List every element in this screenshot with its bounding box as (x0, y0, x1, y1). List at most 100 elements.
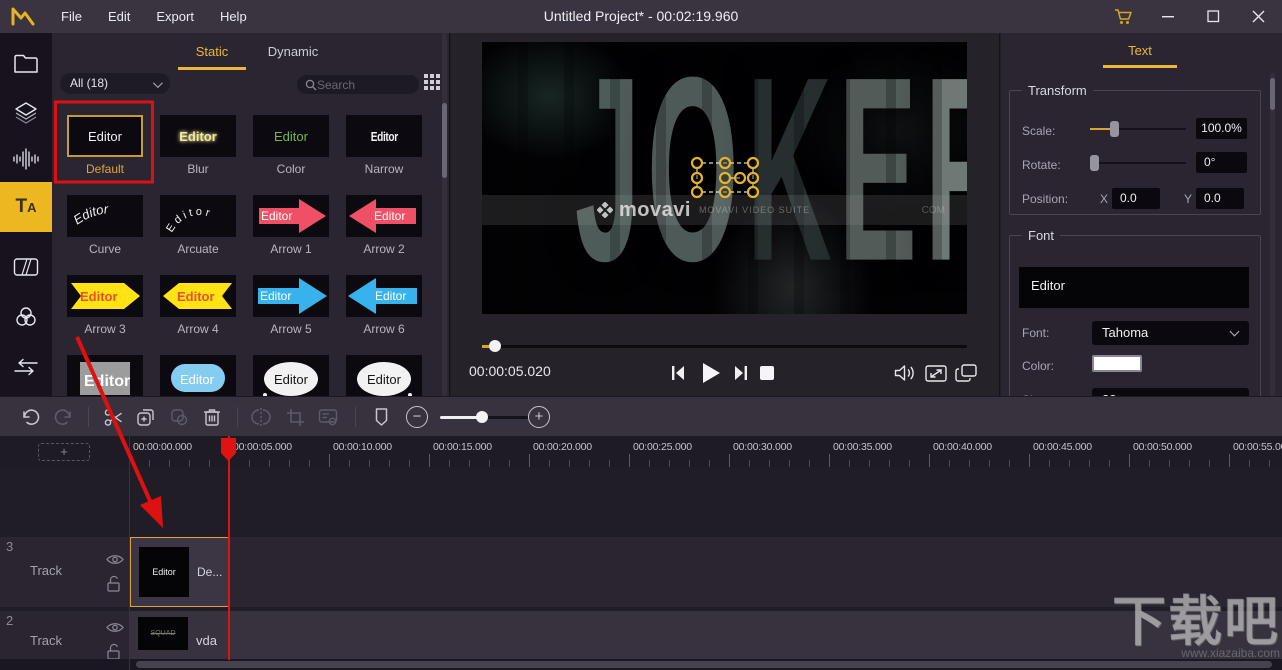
zoom-out-button[interactable]: − (402, 401, 432, 433)
track-visibility-icon[interactable] (106, 621, 124, 634)
svg-text:Editor: Editor (260, 289, 291, 303)
template-ellipse-2[interactable]: Editor (346, 355, 422, 396)
maximize-button[interactable] (1195, 0, 1231, 33)
timeline-tracks: 3 Track Editor De... 2 Track SQUAD (0, 467, 1282, 670)
position-x-label: X (1100, 192, 1108, 206)
category-dropdown[interactable]: All (18) (60, 73, 170, 94)
previous-frame-button[interactable] (666, 357, 690, 389)
cut-button[interactable] (98, 401, 128, 433)
menu-export[interactable]: Export (143, 0, 207, 33)
position-x-value[interactable]: 0.0 (1112, 188, 1160, 209)
template-arrow-5[interactable]: Editor Arrow 5 (253, 275, 329, 336)
fullscreen-icon[interactable] (922, 357, 950, 389)
media-folder-icon[interactable] (0, 41, 52, 85)
text-content-field[interactable]: Editor (1019, 267, 1249, 308)
rotate-value[interactable]: 0° (1196, 152, 1247, 173)
tab-static[interactable]: Static (178, 33, 246, 70)
timeline-horizontal-scrollbar[interactable] (0, 659, 1282, 670)
add-track-button[interactable]: + (38, 443, 90, 461)
position-y-value[interactable]: 0.0 (1196, 188, 1244, 209)
filters-icon[interactable] (0, 295, 52, 339)
track-visibility-icon[interactable] (106, 553, 124, 566)
clip-properties-button[interactable] (313, 401, 343, 433)
font-color-swatch[interactable] (1092, 355, 1142, 372)
template-box[interactable]: Editor (67, 355, 143, 396)
transport-controls (451, 357, 1000, 389)
redo-button[interactable] (48, 401, 78, 433)
timeline-zoom-slider[interactable] (440, 415, 528, 419)
template-arrow-6[interactable]: Editor Arrow 6 (346, 275, 422, 336)
template-color[interactable]: Editor Color (253, 115, 329, 176)
title-bar: File Edit Export Help Untitled Project* … (0, 0, 1282, 33)
template-arrow-3[interactable]: Editor Arrow 3 (67, 275, 143, 336)
template-arrow-4[interactable]: Editor Arrow 4 (160, 275, 236, 336)
ruler-label: 00:00:15.000 (433, 441, 492, 453)
menu-edit[interactable]: Edit (95, 0, 143, 33)
search-input[interactable] (317, 78, 407, 92)
font-section: Font Editor Font: Tahoma Color: Size: 28 (1009, 228, 1261, 396)
template-blur[interactable]: Editor Blur (160, 115, 236, 176)
playhead-marker[interactable] (220, 437, 237, 462)
split-button[interactable] (246, 401, 276, 433)
rotate-slider[interactable] (1090, 154, 1186, 172)
ruler-label: 00:00:00.000 (133, 441, 192, 453)
next-frame-button[interactable] (729, 357, 753, 389)
search-box[interactable] (297, 75, 419, 94)
play-button[interactable] (695, 357, 727, 389)
menu-file[interactable]: File (48, 0, 95, 33)
seek-bar[interactable] (482, 339, 967, 353)
playhead-line[interactable] (228, 436, 230, 660)
seek-knob[interactable] (489, 340, 501, 352)
close-button[interactable] (1240, 0, 1276, 33)
menu-help[interactable]: Help (207, 0, 260, 33)
audio-waveform-icon[interactable] (0, 137, 52, 181)
clip-label: De... (197, 565, 222, 579)
marker-button[interactable] (366, 401, 396, 433)
tab-dynamic[interactable]: Dynamic (264, 33, 322, 70)
template-ellipse-1[interactable]: Editor (253, 355, 329, 396)
menu-bar: File Edit Export Help (48, 0, 260, 33)
tab-text[interactable]: Text (1103, 33, 1177, 68)
transitions-icon[interactable] (0, 245, 52, 289)
copy-style-button[interactable] (164, 401, 194, 433)
template-arrow-2[interactable]: Editor Arrow 2 (346, 195, 422, 256)
font-family-dropdown[interactable]: Tahoma (1092, 321, 1249, 345)
template-pill[interactable]: Editor (160, 355, 236, 396)
duplicate-button[interactable] (131, 401, 161, 433)
font-label: Font: (1022, 326, 1049, 340)
timeline-ruler[interactable]: + 00:00:00.000 00:00:05.000 00:00:10.000… (0, 436, 1282, 467)
text-clip[interactable]: Editor De... (130, 537, 229, 607)
minimize-button[interactable] (1150, 0, 1186, 33)
cart-icon[interactable] (1106, 0, 1142, 33)
stop-button[interactable] (755, 357, 779, 389)
template-narrow[interactable]: Editor Narrow (346, 115, 422, 176)
scale-slider[interactable] (1090, 120, 1186, 138)
template-arcuate[interactable]: Editor Arcuate (160, 195, 236, 256)
font-size-dropdown[interactable]: 28 (1092, 388, 1249, 396)
template-default[interactable]: Editor Default (67, 115, 143, 176)
track-lock-icon[interactable] (106, 575, 121, 592)
scale-value[interactable]: 100.0% (1196, 118, 1247, 139)
templates-scrollbar[interactable] (442, 33, 447, 396)
position-y-label: Y (1184, 192, 1192, 206)
app-window: File Edit Export Help Untitled Project* … (0, 0, 1282, 670)
template-curve[interactable]: Editor Curve (67, 195, 143, 256)
detach-player-icon[interactable] (952, 357, 980, 389)
grid-view-icon[interactable] (424, 74, 441, 91)
transform-title: Transform (1022, 83, 1093, 98)
crop-button[interactable] (280, 401, 310, 433)
import-export-icon[interactable] (0, 345, 52, 389)
titles-tool-active[interactable]: TA (0, 182, 52, 232)
text-selection-handles[interactable] (482, 42, 967, 314)
track-header-divider (129, 436, 130, 670)
undo-button[interactable] (16, 401, 46, 433)
layers-icon[interactable] (0, 91, 52, 135)
ruler-label: 00:00:40.000 (933, 441, 992, 453)
template-arrow-1[interactable]: Editor Arrow 1 (253, 195, 329, 256)
track-lock-icon[interactable] (106, 643, 121, 660)
delete-button[interactable] (197, 401, 227, 433)
volume-icon[interactable] (891, 357, 919, 389)
text-panel-scrollbar[interactable] (1270, 73, 1275, 396)
search-icon (305, 79, 317, 91)
zoom-in-button[interactable]: + (524, 401, 554, 433)
